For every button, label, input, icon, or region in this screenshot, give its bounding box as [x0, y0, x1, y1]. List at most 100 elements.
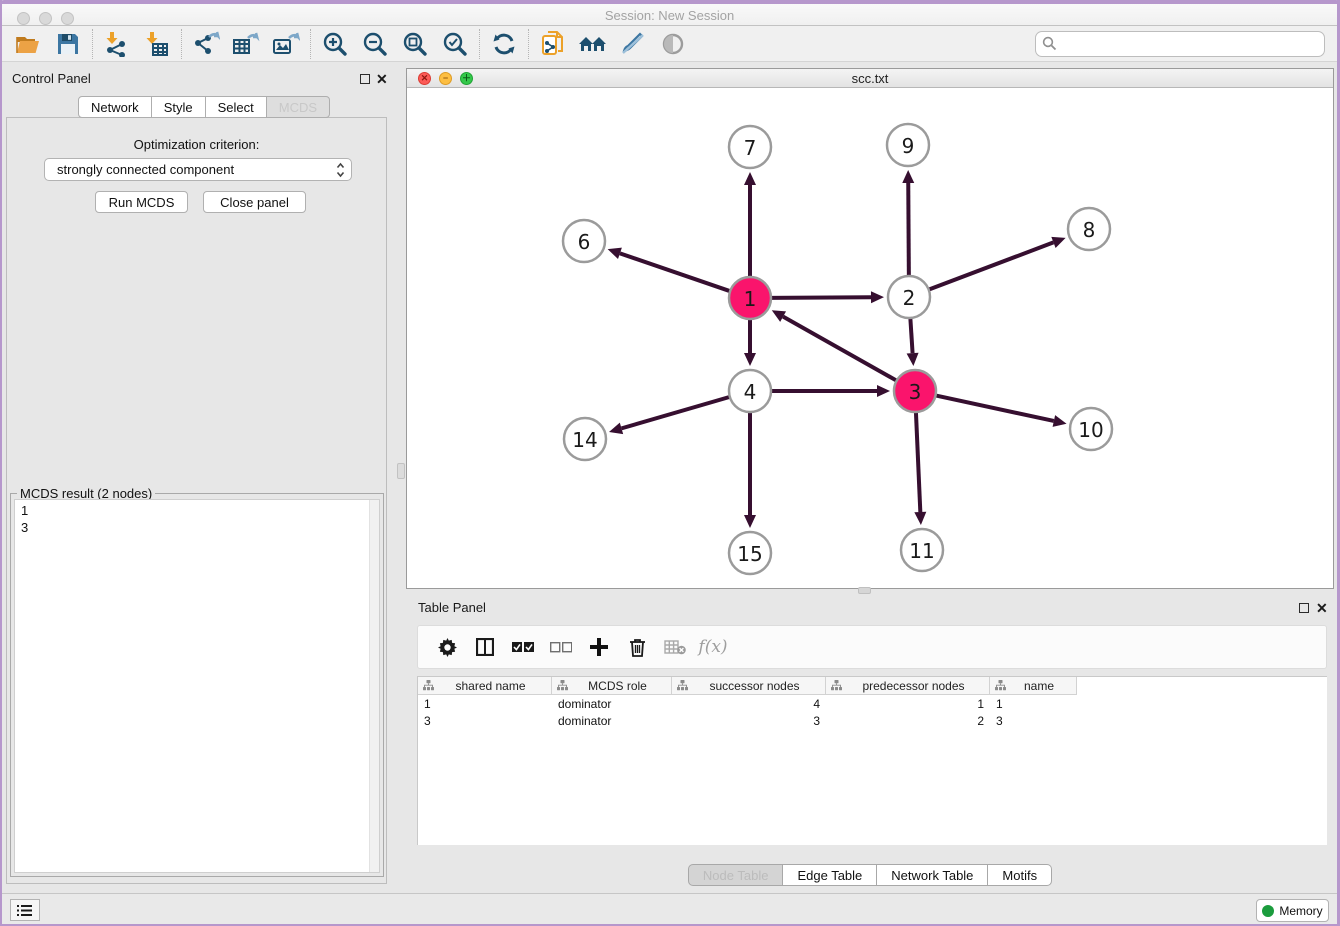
node-label-7: 7: [744, 136, 757, 160]
select-all-columns-icon[interactable]: [504, 629, 542, 665]
zoom-selected-icon[interactable]: [435, 28, 475, 60]
tab-select[interactable]: Select: [206, 96, 267, 118]
node-label-15: 15: [737, 542, 762, 566]
edge-4-14[interactable]: [621, 397, 729, 429]
node-label-6: 6: [578, 230, 591, 254]
table-row[interactable]: 3dominator323: [418, 713, 1077, 730]
export-table-icon[interactable]: [226, 28, 266, 60]
import-table-icon[interactable]: [137, 28, 177, 60]
result-scrollbar[interactable]: [369, 500, 379, 872]
table-panel-float-button[interactable]: [1299, 603, 1309, 613]
mcds-result-list[interactable]: 13: [14, 499, 380, 873]
edge-2-3[interactable]: [910, 318, 912, 353]
memory-label: Memory: [1279, 904, 1322, 918]
memory-button[interactable]: Memory: [1256, 899, 1329, 922]
network-window-titlebar[interactable]: ✕ − ＋ scc.txt: [407, 69, 1333, 88]
table-cell[interactable]: 3: [672, 713, 826, 730]
toolbar-separator: [310, 29, 311, 59]
criterion-value: strongly connected component: [57, 162, 234, 177]
edge-arrowhead: [871, 291, 884, 303]
table-panel-tabs: Node TableEdge TableNetwork TableMotifs: [406, 864, 1334, 886]
edge-arrowhead: [902, 170, 914, 183]
edge-1-2[interactable]: [771, 297, 871, 298]
delete-table-icon[interactable]: [656, 629, 694, 665]
duplicate-network-icon[interactable]: [533, 28, 573, 60]
table-cell[interactable]: 1: [826, 696, 990, 713]
export-network-icon[interactable]: [186, 28, 226, 60]
table-row[interactable]: 1dominator411: [418, 696, 1077, 713]
task-history-button[interactable]: [10, 899, 40, 921]
open-session-icon[interactable]: [8, 28, 48, 60]
edge-arrowhead: [744, 172, 756, 185]
zoom-in-icon[interactable]: [315, 28, 355, 60]
edge-2-8[interactable]: [929, 242, 1054, 289]
control-panel-float-button[interactable]: [360, 74, 370, 84]
column-header-successor-nodes[interactable]: successor nodes: [672, 677, 826, 695]
column-header-shared-name[interactable]: shared name: [418, 677, 552, 695]
column-header-MCDS-role[interactable]: MCDS role: [552, 677, 672, 695]
table-cell[interactable]: dominator: [552, 713, 672, 730]
import-network-icon[interactable]: [97, 28, 137, 60]
table-cell[interactable]: 1: [990, 696, 1077, 713]
control-panel-tabs: NetworkStyleSelectMCDS: [78, 96, 330, 118]
column-header-predecessor-nodes[interactable]: predecessor nodes: [826, 677, 990, 695]
save-session-icon[interactable]: [48, 28, 88, 60]
table-cell[interactable]: dominator: [552, 696, 672, 713]
export-image-icon[interactable]: [266, 28, 306, 60]
edge-3-1[interactable]: [783, 317, 897, 381]
table-cell[interactable]: 4: [672, 696, 826, 713]
tab-node-table[interactable]: Node Table: [688, 864, 784, 886]
edge-arrowhead: [914, 512, 926, 525]
style-brush-icon[interactable]: [613, 28, 653, 60]
home-view-icon[interactable]: [573, 28, 613, 60]
edge-3-11[interactable]: [916, 412, 920, 512]
toolbar-separator: [528, 29, 529, 59]
edge-arrowhead: [609, 423, 623, 435]
application-window: Session: New Session: [0, 0, 1340, 926]
node-label-8: 8: [1083, 218, 1096, 242]
function-builder-icon[interactable]: f(x): [694, 629, 732, 665]
column-header-name[interactable]: name: [990, 677, 1077, 695]
titlebar: Session: New Session: [2, 4, 1337, 26]
control-panel-close-button[interactable]: ✕: [376, 73, 388, 85]
mcds-result-item: 3: [21, 519, 379, 536]
vertical-splitter-handle[interactable]: [397, 463, 405, 479]
table-cell[interactable]: 3: [990, 713, 1077, 730]
apply-layout-icon[interactable]: [484, 28, 524, 60]
edge-1-6[interactable]: [620, 253, 730, 291]
run-mcds-button[interactable]: Run MCDS: [95, 191, 188, 213]
table-panel-title: Table Panel: [418, 600, 486, 615]
table-settings-gear-icon[interactable]: [428, 629, 466, 665]
zoom-out-icon[interactable]: [355, 28, 395, 60]
mcds-result-item: 1: [21, 502, 379, 519]
edge-2-9[interactable]: [908, 183, 909, 276]
node-label-1: 1: [744, 287, 757, 311]
tab-edge-table[interactable]: Edge Table: [783, 864, 877, 886]
horizontal-splitter-handle[interactable]: [858, 587, 871, 594]
delete-column-trash-icon[interactable]: [618, 629, 656, 665]
tab-style[interactable]: Style: [152, 96, 206, 118]
edge-arrowhead: [744, 515, 756, 528]
table-cell[interactable]: 3: [418, 713, 552, 730]
edge-arrowhead: [877, 385, 890, 397]
table-cell[interactable]: 1: [418, 696, 552, 713]
close-panel-button[interactable]: Close panel: [203, 191, 306, 213]
table-cell[interactable]: 2: [826, 713, 990, 730]
edge-3-10[interactable]: [936, 395, 1054, 421]
unselect-all-columns-icon[interactable]: [542, 629, 580, 665]
edge-arrowhead: [1051, 237, 1065, 248]
search-input[interactable]: [1035, 31, 1325, 57]
zoom-fit-icon[interactable]: [395, 28, 435, 60]
network-canvas[interactable]: 7968124314101511: [407, 88, 1333, 588]
show-column-panel-icon[interactable]: [466, 629, 504, 665]
visibility-icon[interactable]: [653, 28, 693, 60]
network-graph: 7968124314101511: [407, 88, 1333, 588]
criterion-dropdown[interactable]: strongly connected component: [44, 158, 352, 181]
tab-motifs[interactable]: Motifs: [988, 864, 1052, 886]
tab-network[interactable]: Network: [78, 96, 152, 118]
tab-network-table[interactable]: Network Table: [877, 864, 988, 886]
tab-mcds[interactable]: MCDS: [267, 96, 330, 118]
create-column-plus-icon[interactable]: [580, 629, 618, 665]
edge-arrowhead: [744, 353, 756, 366]
table-panel-close-button[interactable]: ✕: [1316, 602, 1328, 614]
